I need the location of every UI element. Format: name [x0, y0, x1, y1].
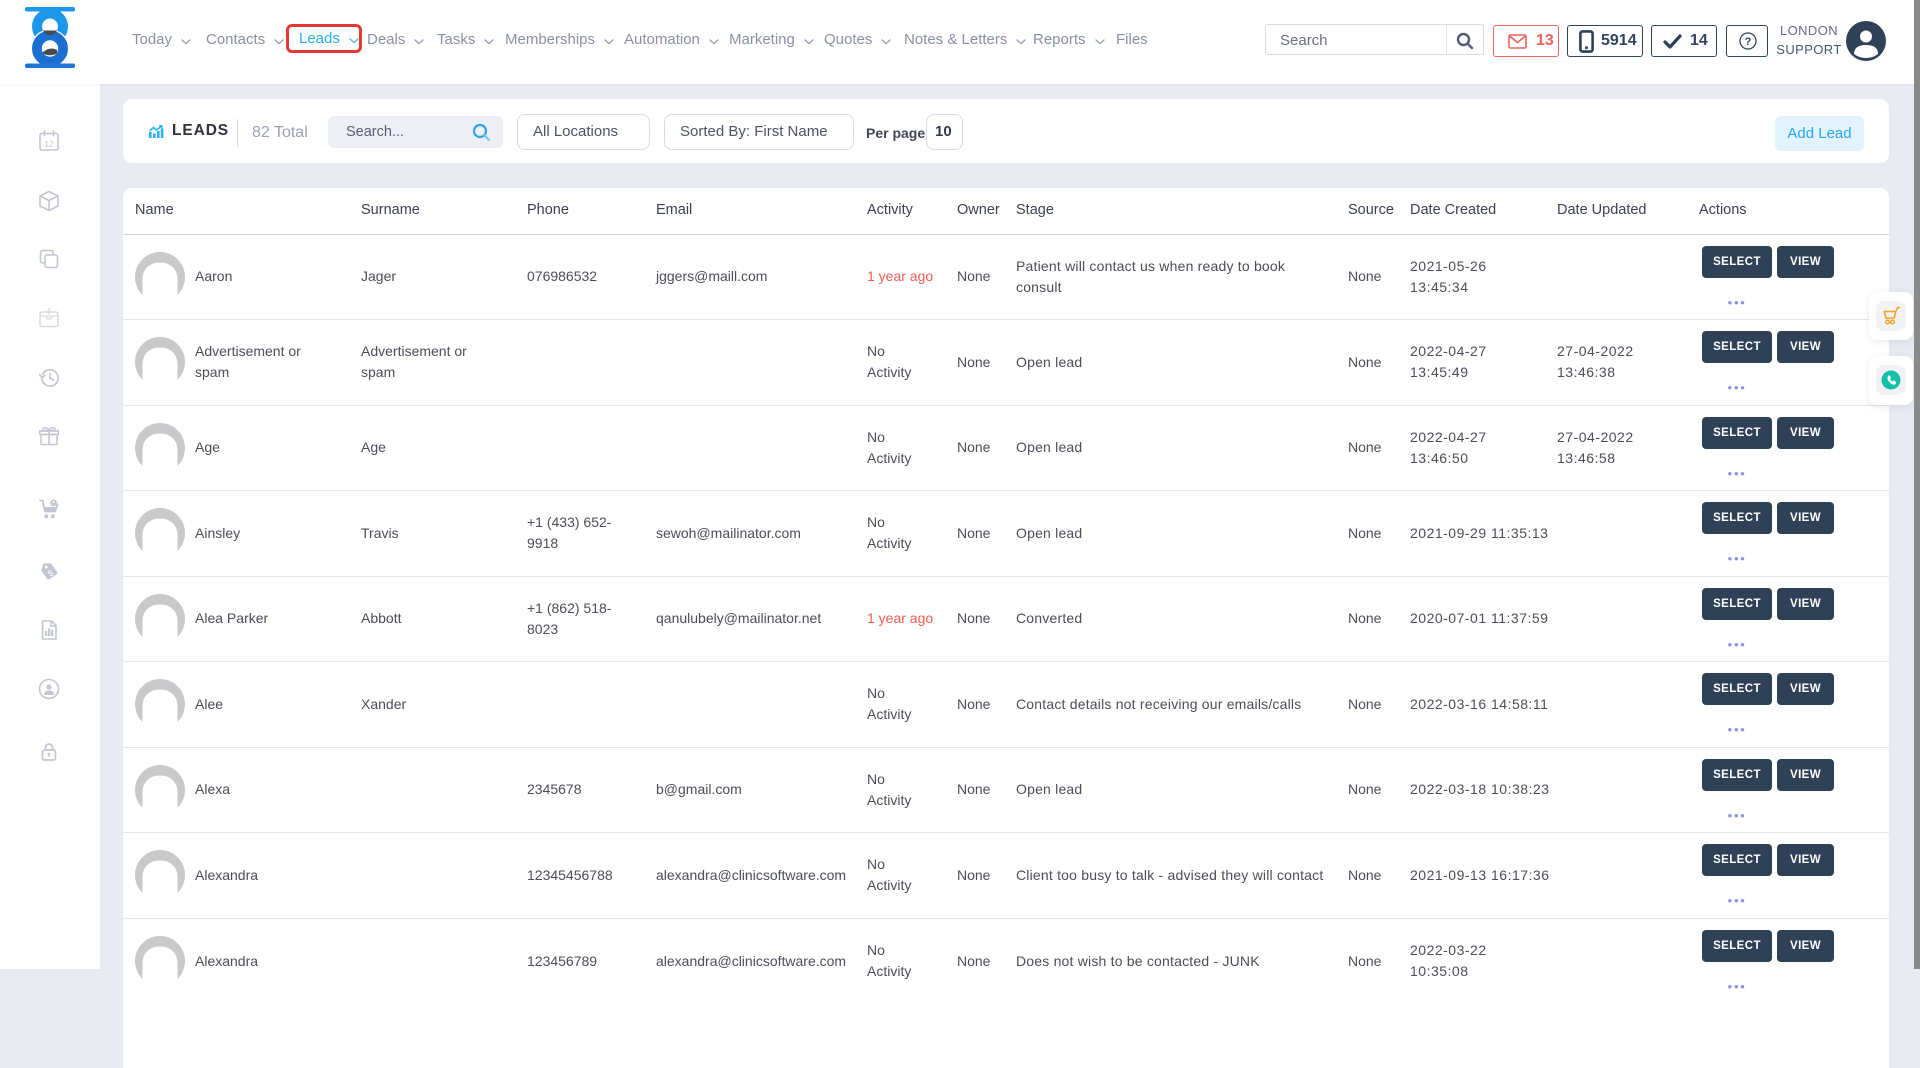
svg-text:12: 12	[44, 139, 54, 149]
svg-text:?: ?	[1745, 36, 1752, 48]
